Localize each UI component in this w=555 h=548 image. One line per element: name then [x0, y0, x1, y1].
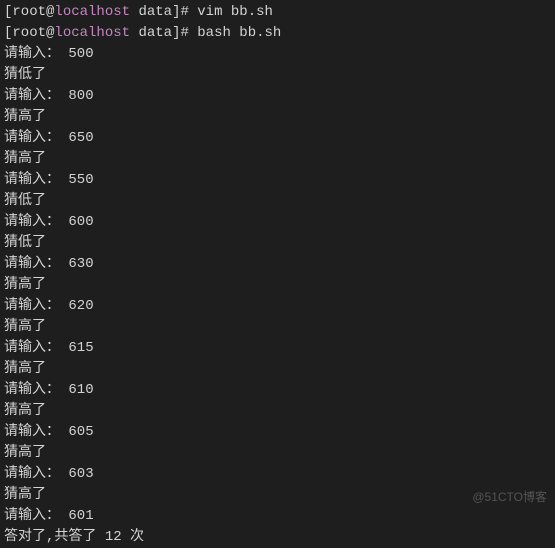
input-line: 请输入： 603 [4, 464, 551, 485]
command-text: vim bb.sh [197, 4, 273, 20]
prompt-user: root [12, 25, 46, 41]
terminal-output: [root@localhost data]# vim bb.sh [root@l… [4, 2, 551, 548]
input-label: 请输入： [4, 88, 60, 104]
input-line: 请输入： 620 [4, 296, 551, 317]
input-label: 请输入： [4, 130, 60, 146]
input-label: 请输入： [4, 172, 60, 188]
prompt-line: [root@localhost data]# bash bb.sh [4, 23, 551, 44]
feedback-line: 猜高了 [4, 485, 551, 506]
input-value: 620 [68, 298, 93, 314]
input-label: 请输入： [4, 466, 60, 482]
input-line: 请输入： 630 [4, 254, 551, 275]
input-value: 610 [68, 382, 93, 398]
input-line: 请输入： 500 [4, 44, 551, 65]
feedback-line: 猜高了 [4, 275, 551, 296]
input-value: 650 [68, 130, 93, 146]
feedback-line: 猜低了 [4, 65, 551, 86]
guesses-container: 请输入： 500猜低了请输入： 800猜高了请输入： 650猜高了请输入： 55… [4, 44, 551, 527]
prompt-user: root [12, 4, 46, 20]
input-label: 请输入： [4, 256, 60, 272]
feedback-line: 猜低了 [4, 233, 551, 254]
feedback-line: 猜低了 [4, 191, 551, 212]
input-line: 请输入： 550 [4, 170, 551, 191]
input-value: 800 [68, 88, 93, 104]
input-label: 请输入： [4, 214, 60, 230]
input-value: 605 [68, 424, 93, 440]
feedback-line: 猜高了 [4, 149, 551, 170]
feedback-line: 猜高了 [4, 359, 551, 380]
input-value: 630 [68, 256, 93, 272]
bracket-close: ]# [172, 4, 197, 20]
feedback-line: 猜高了 [4, 401, 551, 422]
input-label: 请输入： [4, 340, 60, 356]
input-line: 请输入： 610 [4, 380, 551, 401]
result-count: 12 [105, 529, 122, 545]
input-line: 请输入： 650 [4, 128, 551, 149]
input-label: 请输入： [4, 424, 60, 440]
input-value: 603 [68, 466, 93, 482]
input-value: 500 [68, 46, 93, 62]
input-value: 615 [68, 340, 93, 356]
result-suffix: 次 [122, 529, 144, 545]
input-label: 请输入： [4, 46, 60, 62]
prompt-path: data [138, 25, 172, 41]
input-line: 请输入： 600 [4, 212, 551, 233]
prompt-host: localhost [54, 4, 130, 20]
input-line: 请输入： 615 [4, 338, 551, 359]
watermark: @51CTO博客 [472, 488, 547, 506]
input-line: 请输入： 605 [4, 422, 551, 443]
input-label: 请输入： [4, 508, 60, 524]
command-text: bash bb.sh [197, 25, 281, 41]
prompt-path: data [138, 4, 172, 20]
result-line: 答对了,共答了 12 次 [4, 527, 551, 548]
bracket-close: ]# [172, 25, 197, 41]
input-value: 550 [68, 172, 93, 188]
input-value: 600 [68, 214, 93, 230]
prompt-host: localhost [54, 25, 130, 41]
input-label: 请输入： [4, 382, 60, 398]
prompt-line: [root@localhost data]# vim bb.sh [4, 2, 551, 23]
input-label: 请输入： [4, 298, 60, 314]
input-value: 601 [68, 508, 93, 524]
feedback-line: 猜高了 [4, 443, 551, 464]
feedback-line: 猜高了 [4, 317, 551, 338]
input-line: 请输入： 800 [4, 86, 551, 107]
feedback-line: 猜高了 [4, 107, 551, 128]
result-prefix: 答对了,共答了 [4, 529, 105, 545]
